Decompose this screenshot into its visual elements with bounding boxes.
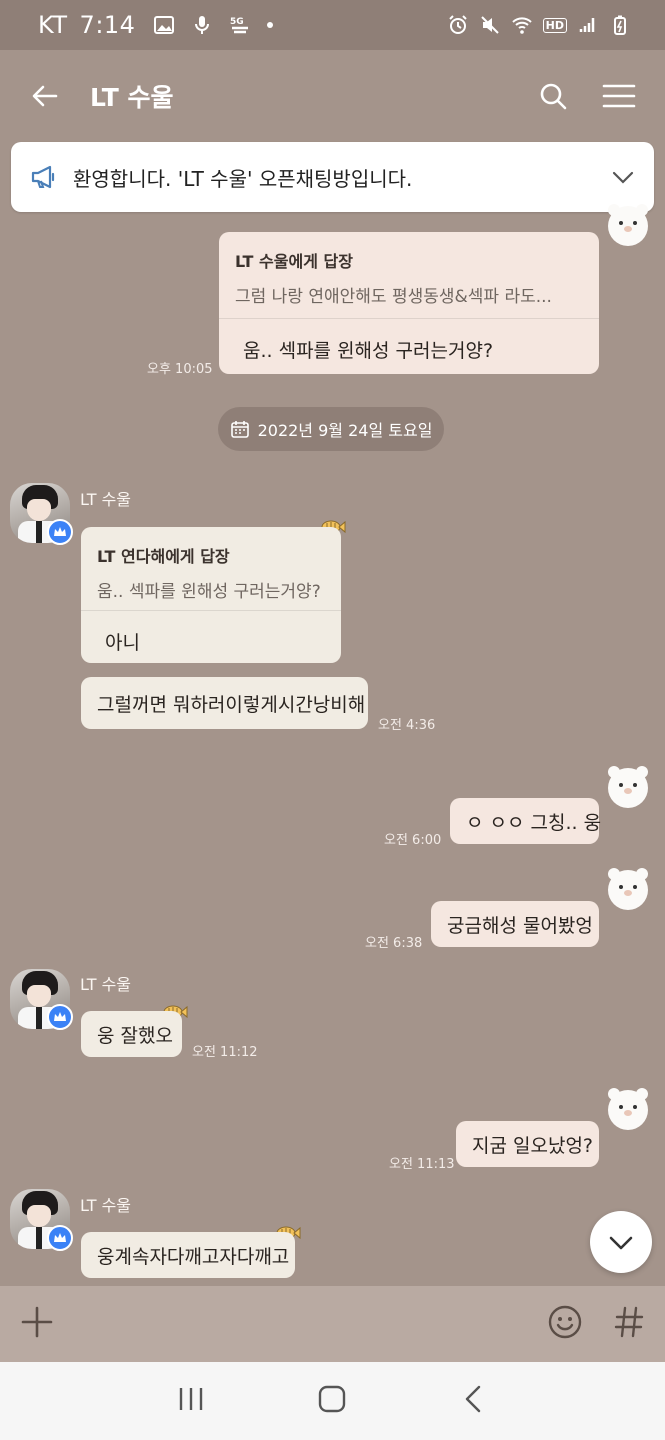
- plus-icon: [21, 1306, 53, 1338]
- bear-profile-icon: [608, 204, 648, 246]
- nav-back-button[interactable]: [459, 1384, 489, 1418]
- message-text: 웅 잘했오: [97, 1024, 173, 1047]
- hashtag-button[interactable]: [613, 1305, 645, 1343]
- dot-icon: [267, 22, 274, 28]
- notice-banner[interactable]: 환영합니다. 'LT 수울' 오픈채팅방입니다.: [11, 142, 654, 212]
- message-text: ㅇ ㅇㅇ 그칭.. 웅: [466, 811, 602, 834]
- reply-target: LT 수울에게 답장: [235, 252, 353, 271]
- sender-name: LT 수울: [80, 490, 132, 509]
- home-button[interactable]: [317, 1384, 347, 1418]
- message-bubble-reply[interactable]: LT 연다해에게 답장 움.. 섹파를 윈해성 구러는거양? 아니: [81, 527, 341, 663]
- message-time: 오전 6:00: [384, 833, 442, 848]
- bear-profile-icon: [608, 1088, 648, 1130]
- date-divider: 2022년 9월 24일 토요일: [218, 407, 444, 451]
- menu-icon: [602, 84, 636, 108]
- message-text: 움.. 섹파를 윈해성 구러는거양?: [243, 340, 494, 362]
- calendar-icon: [230, 421, 249, 438]
- hd-icon: HD: [542, 17, 567, 33]
- back-arrow-icon: [32, 85, 58, 107]
- battery-icon: [614, 15, 626, 35]
- message-bubble-reply[interactable]: LT 수울에게 답장 그럼 나랑 연애안해도 평생동생&섹파 라도... 움..…: [219, 232, 599, 374]
- wifi-icon: [511, 17, 532, 34]
- message-bubble[interactable]: ㅇ ㅇㅇ 그칭.. 웅: [450, 798, 602, 844]
- recent-apps-button[interactable]: [176, 1384, 206, 1418]
- bear-profile-icon: [608, 766, 648, 808]
- message-text: 그럴꺼면 뭐하러이렇게시간낭비해: [97, 693, 366, 716]
- message-time: 오전 6:38: [365, 936, 423, 951]
- chat-header: LT 수울: [0, 50, 665, 142]
- svg-text:5G: 5G: [230, 17, 244, 27]
- reply-quote: 그럼 나랑 연애안해도 평생동생&섹파 라도...: [235, 287, 552, 307]
- mic-icon: [195, 16, 210, 34]
- reply-quote: 움.. 섹파를 윈해성 구러는거양?: [97, 582, 321, 602]
- mute-icon: [480, 16, 499, 34]
- carrier-label: KT: [38, 11, 68, 39]
- menu-button[interactable]: [601, 78, 637, 114]
- message-time: 오전 4:36: [378, 718, 436, 733]
- attach-button[interactable]: [20, 1305, 54, 1343]
- notice-text: 환영합니다. 'LT 수울' 오픈채팅방입니다.: [73, 166, 413, 191]
- 5g-signal-icon: 5G: [230, 17, 249, 34]
- message-time: 오전 11:12: [192, 1045, 258, 1060]
- host-badge: [47, 1004, 73, 1030]
- search-button[interactable]: [535, 78, 571, 114]
- system-nav-bar: [0, 1362, 665, 1440]
- date-text: 2022년 9월 24일 토요일: [257, 421, 433, 440]
- gallery-icon: [154, 16, 175, 34]
- signal-icon: [579, 18, 595, 32]
- message-text: 지굼 일오났엉?: [472, 1134, 594, 1157]
- chevron-down-icon: [609, 1236, 633, 1250]
- message-time: 오후 10:05: [147, 362, 213, 377]
- input-bar: [0, 1286, 665, 1362]
- status-bar: KT 7:14 5G HD: [0, 0, 665, 50]
- message-text: 웅계속자다깨고자다깨고: [97, 1245, 290, 1268]
- sender-name: LT 수울: [80, 975, 132, 994]
- scroll-to-bottom-button[interactable]: [590, 1211, 652, 1273]
- recent-apps-icon: [179, 1388, 203, 1410]
- crown-icon: [54, 1233, 66, 1242]
- reply-divider: [219, 318, 599, 319]
- message-bubble[interactable]: 그럴꺼면 뭐하러이렇게시간낭비해: [81, 677, 368, 729]
- reply-target: LT 연다해에게 답장: [97, 547, 230, 566]
- message-bubble[interactable]: 웅계속자다깨고자다깨고: [81, 1232, 295, 1278]
- search-icon: [540, 83, 567, 110]
- host-badge: [47, 519, 73, 545]
- home-icon: [319, 1385, 346, 1413]
- crown-icon: [54, 527, 66, 536]
- message-text: 궁금해성 물어봤엉: [447, 914, 593, 937]
- emoji-button[interactable]: [547, 1304, 583, 1344]
- crown-icon: [54, 1012, 66, 1021]
- hashtag-icon: [614, 1306, 644, 1338]
- message-text: 아니: [105, 632, 140, 654]
- message-time: 오전 11:13: [389, 1157, 455, 1172]
- reply-divider: [81, 610, 341, 611]
- alarm-icon: [448, 15, 467, 34]
- sender-name: LT 수울: [80, 1196, 132, 1215]
- megaphone-icon: [31, 165, 55, 189]
- chat-title: LT 수울: [90, 83, 174, 112]
- bear-profile-icon: [608, 868, 648, 910]
- clock: 7:14: [79, 11, 136, 39]
- host-badge: [47, 1225, 73, 1251]
- chevron-down-icon[interactable]: [610, 164, 636, 190]
- back-button[interactable]: [28, 79, 62, 113]
- message-bubble[interactable]: 웅 잘했오: [81, 1011, 182, 1057]
- message-bubble[interactable]: 지굼 일오났엉?: [456, 1121, 599, 1167]
- nav-back-icon: [465, 1385, 481, 1413]
- emoji-icon: [548, 1305, 582, 1339]
- message-bubble[interactable]: 궁금해성 물어봤엉: [431, 901, 599, 947]
